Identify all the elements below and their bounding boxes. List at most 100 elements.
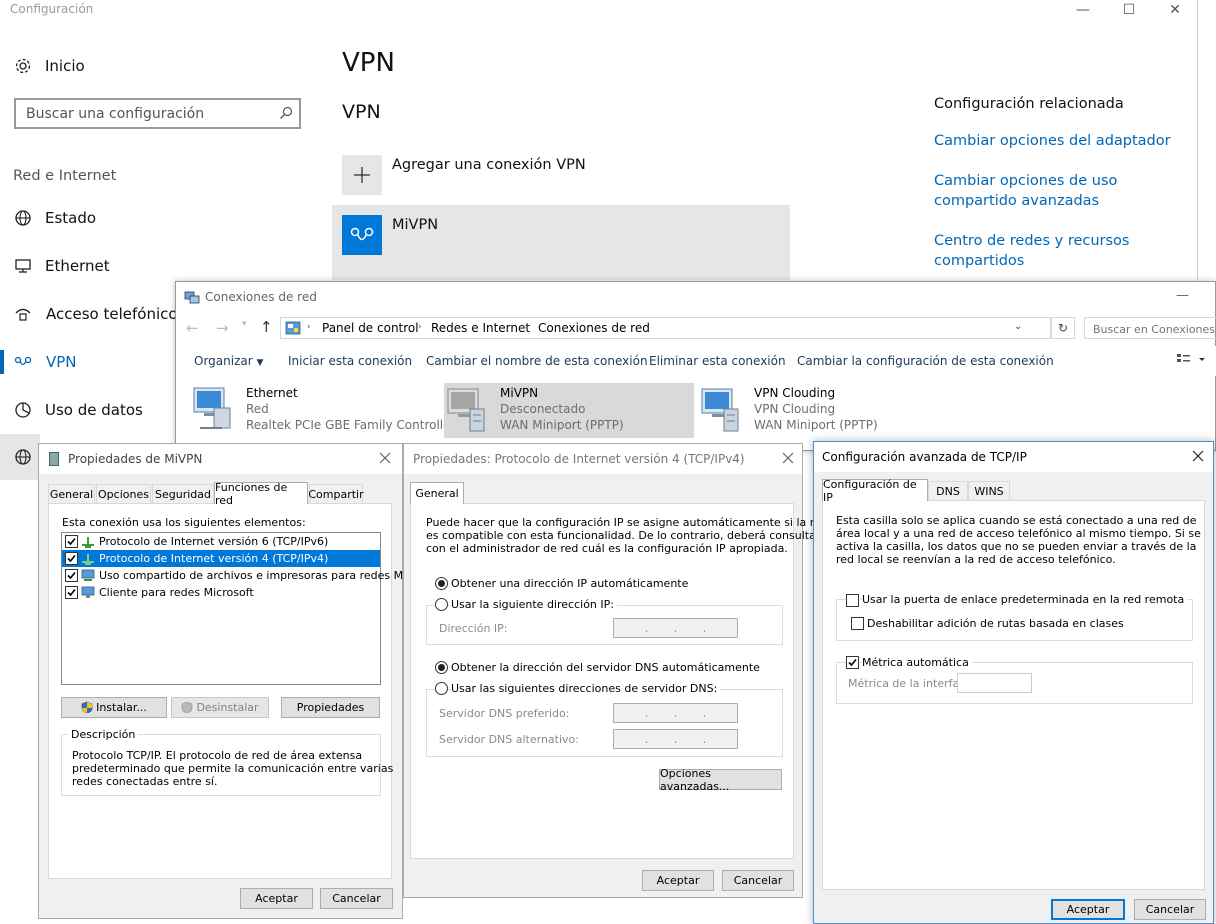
organize-menu[interactable]: Organizar ▼ [194,354,263,368]
advanced-cancel-button[interactable]: Cancelar [1134,899,1206,920]
tab-wins[interactable]: WINS [968,481,1010,501]
link-network-center[interactable]: Centro de redes y recursos compartidos [934,231,1134,271]
breadcrumb-conexiones-de-red[interactable]: Conexiones de red [538,321,650,335]
ipv6-checkbox[interactable] [65,535,78,548]
netconn-search-box[interactable] [1084,317,1216,339]
list-item[interactable]: Uso compartido de archivos e impresoras … [62,567,426,584]
ip-manual-label[interactable]: Usar la siguiente dirección IP: [451,598,617,611]
ipv4-ok-button[interactable]: Aceptar [642,870,714,891]
ipv4-cancel-button[interactable]: Cancelar [722,870,794,891]
ip-auto-label[interactable]: Obtener una dirección IP automáticamente [451,577,688,590]
tab-dns[interactable]: DNS [928,481,968,501]
file-sharing-checkbox[interactable] [65,569,78,582]
list-item[interactable]: Cliente para redes Microsoft [62,584,380,601]
tab-opciones[interactable]: Opciones [96,484,151,504]
vpn-item-mivpn[interactable]: MiVPN [332,205,790,280]
change-settings-button[interactable]: Cambiar la configuración de esta conexió… [797,354,1054,368]
install-label: Instalar... [96,701,147,714]
history-chevron-icon[interactable]: ▾ [242,319,247,329]
mivpn-cancel-button[interactable]: Cancelar [320,888,393,909]
mivpn-properties-dialog: Propiedades de MiVPN General Opciones Se… [38,443,426,919]
sidebar-item-vpn[interactable]: VPN [46,353,77,371]
dns-manual-label[interactable]: Usar las siguientes direcciones de servi… [451,682,721,695]
view-options-icon[interactable] [1176,352,1206,368]
ipv4-checkbox[interactable] [65,552,78,565]
ip-address-field[interactable]: ... [613,618,738,638]
interface-metric-input[interactable] [957,673,1032,693]
adapter-vpn-clouding-name[interactable]: VPN Clouding [754,386,835,400]
dns-auto-radio[interactable] [435,661,448,674]
add-vpn-tile[interactable] [342,155,382,195]
ipv4-titlebar: Propiedades: Protocolo de Internet versi… [404,444,802,474]
back-arrow-icon[interactable]: ← [186,319,199,337]
minimize-button[interactable]: — [1060,0,1106,20]
disable-routes-checkbox[interactable] [851,617,864,630]
close-icon[interactable] [377,450,393,466]
up-arrow-icon[interactable]: ↑ [260,318,273,336]
add-vpn-button[interactable]: Agregar una conexión VPN [392,157,586,173]
tab-ip-settings[interactable]: Configuración de IP [822,478,928,504]
settings-search-box[interactable] [14,98,301,129]
list-item-selected[interactable]: Protocolo de Internet versión 4 (TCP/IPv… [62,550,380,567]
install-button[interactable]: Instalar... [61,697,167,718]
adapter-ethernet-status: Red [246,402,269,416]
advanced-ok-button[interactable]: Aceptar [1051,899,1125,920]
close-icon[interactable] [780,450,796,466]
dns-auto-label[interactable]: Obtener la dirección del servidor DNS au… [451,661,760,674]
adapter-ethernet-name[interactable]: Ethernet [246,386,298,400]
adapter-mivpn-tile[interactable]: MiVPN Desconectado WAN Miniport (PPTP) [444,383,694,438]
close-button[interactable]: ✕ [1152,0,1198,20]
maximize-button[interactable]: ☐ [1106,0,1152,20]
breadcrumb-redes-e-internet[interactable]: Redes e Internet [431,321,530,335]
delete-connection-button[interactable]: Eliminar esta conexión [649,354,786,368]
dns-preferred-field[interactable]: ... [613,703,738,723]
dns-manual-radio[interactable] [435,682,448,695]
netconn-search-input[interactable] [1085,319,1216,338]
close-icon[interactable] [1190,448,1206,464]
mivpn-ok-button[interactable]: Aceptar [240,888,313,909]
ip-auto-radio[interactable] [435,577,448,590]
tab-general[interactable]: General [48,484,95,504]
ip-dot: . [673,706,678,720]
auto-metric-label[interactable]: Métrica automática [862,656,972,669]
gateway-label[interactable]: Usar la puerta de enlace predeterminada … [862,593,1188,606]
link-adapter-options[interactable]: Cambiar opciones del adaptador [934,131,1171,151]
sidebar-item-ethernet[interactable]: Ethernet [45,257,110,275]
sidebar-item-hover[interactable] [0,434,40,480]
uninstall-button[interactable]: Desinstalar [171,697,269,718]
breadcrumb-separator-icon: › [307,322,311,332]
file-sharing-icon [81,568,95,582]
tab-compartir[interactable]: Compartir [308,484,364,504]
related-settings-title: Configuración relacionada [934,96,1124,112]
sidebar-item-uso-de-datos[interactable]: Uso de datos [45,401,143,419]
netconn-minimize-button[interactable]: — [1176,288,1189,303]
link-sharing-options[interactable]: Cambiar opciones de uso compartido avanz… [934,171,1134,211]
refresh-icon[interactable]: ↻ [1051,317,1075,339]
tab-ipv4-general[interactable]: General [410,482,464,504]
forward-arrow-icon[interactable]: → [216,319,229,337]
address-bar[interactable]: › Panel de control › Redes e Internet › … [280,317,1051,339]
tab-seguridad[interactable]: Seguridad [152,484,214,504]
auto-metric-checkbox[interactable] [846,656,859,669]
settings-search-input[interactable] [16,100,256,127]
sidebar-item-estado[interactable]: Estado [45,209,96,227]
address-dropdown-icon[interactable]: ⌄ [1014,321,1022,332]
breadcrumb-separator-icon: › [418,322,422,332]
ipv4-properties-dialog: Propiedades: Protocolo de Internet versi… [403,443,828,898]
sidebar-item-acceso-telefonico[interactable]: Acceso telefónico [46,305,178,323]
rename-connection-button[interactable]: Cambiar el nombre de esta conexión [426,354,648,368]
tab-funciones-de-red[interactable]: Funciones de red [214,481,308,507]
properties-button[interactable]: Propiedades [281,697,380,718]
ip-manual-radio[interactable] [435,598,448,611]
ms-client-checkbox[interactable] [65,586,78,599]
start-connection-button[interactable]: Iniciar esta conexión [288,354,412,368]
list-item[interactable]: Protocolo de Internet versión 6 (TCP/IPv… [62,533,380,550]
gateway-checkbox[interactable] [846,594,859,607]
breadcrumb-panel-de-control[interactable]: Panel de control [322,321,419,335]
home-link[interactable]: Inicio [45,57,85,75]
dns-alternate-field[interactable]: ... [613,729,738,749]
advanced-options-button[interactable]: Opciones avanzadas... [659,767,782,793]
disable-routes-label[interactable]: Deshabilitar adición de rutas basada en … [867,617,1124,630]
ip-address-label: Dirección IP: [439,622,508,635]
components-list[interactable]: Protocolo de Internet versión 6 (TCP/IPv… [61,532,426,685]
